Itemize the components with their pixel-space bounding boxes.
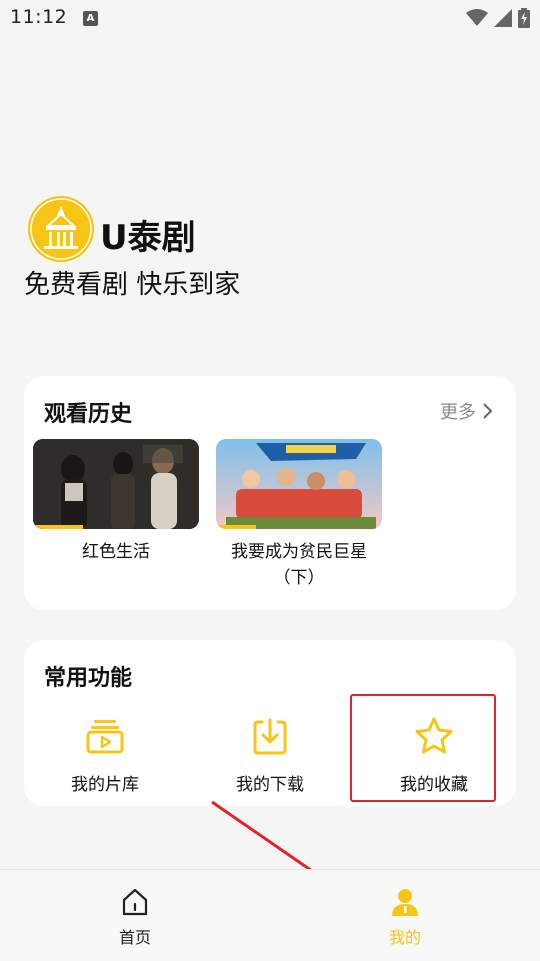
bottom-tab-bar: 首页 我的 <box>0 869 540 961</box>
status-icons <box>466 8 530 28</box>
user-icon <box>392 889 418 916</box>
status-time: 11:12 <box>10 6 68 28</box>
tab-home[interactable]: 首页 <box>85 886 185 948</box>
highlight-box <box>350 694 496 802</box>
history-item[interactable]: 我要成为贫民巨星 （下） <box>216 439 382 591</box>
watch-progress-bar <box>33 525 83 529</box>
home-icon <box>122 888 148 916</box>
app-slogan: 免费看剧 快乐到家 <box>24 270 241 300</box>
app-name: U泰剧 <box>100 218 196 258</box>
status-bar: 11:12 A <box>0 0 540 36</box>
history-thumbnail <box>33 439 199 529</box>
functions-title: 常用功能 <box>44 666 133 691</box>
history-title: 观看历史 <box>44 402 133 427</box>
my-library-button[interactable]: 我的片库 <box>30 716 180 795</box>
tab-mine[interactable]: 我的 <box>355 886 455 948</box>
history-item-title: 我要成为贫民巨星 （下） <box>231 542 367 588</box>
wifi-icon <box>466 9 488 26</box>
tab-home-label: 首页 <box>118 928 151 947</box>
notification-icon: A <box>83 11 98 26</box>
signal-icon <box>494 9 512 27</box>
battery-charging-icon <box>518 8 530 28</box>
my-downloads-label: 我的下载 <box>236 775 304 795</box>
download-icon <box>253 718 287 755</box>
my-downloads-button[interactable]: 我的下载 <box>195 716 345 795</box>
my-library-label: 我的片库 <box>71 775 139 795</box>
history-thumbnail <box>216 439 382 529</box>
more-label: 更多 <box>440 402 476 423</box>
thai-temple-logo-icon <box>28 196 94 262</box>
tab-mine-label: 我的 <box>388 928 421 947</box>
chevron-right-icon <box>483 403 492 419</box>
watch-progress-bar <box>216 525 256 529</box>
watch-history-card: 观看历史 更多 红色生活 我要成为贫民巨星 （下） <box>24 376 516 610</box>
video-library-icon <box>86 720 124 754</box>
history-item[interactable]: 红色生活 <box>33 439 199 565</box>
history-item-title: 红色生活 <box>82 542 150 562</box>
history-more-link[interactable]: 更多 <box>440 398 492 424</box>
